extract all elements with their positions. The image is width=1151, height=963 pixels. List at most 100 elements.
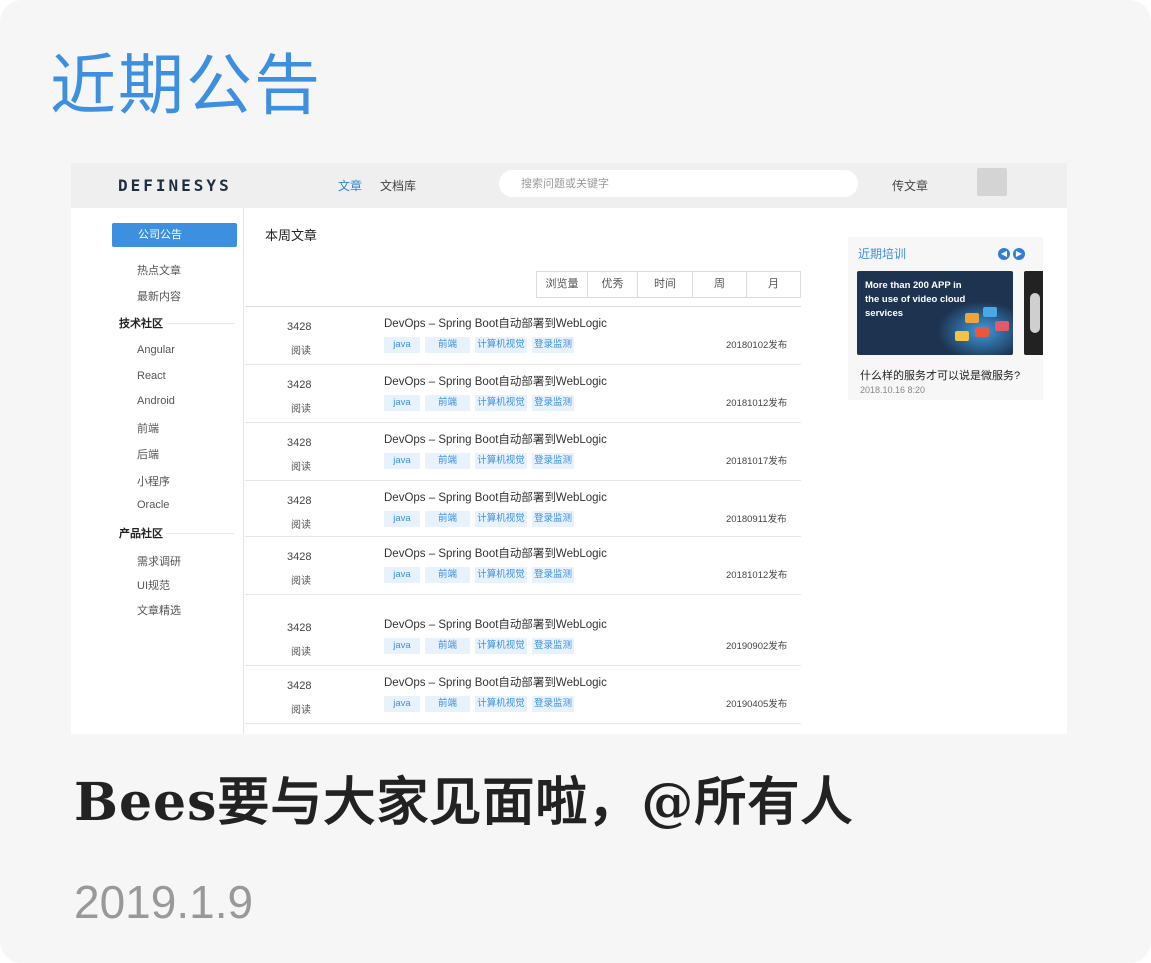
app-icon [975,327,989,337]
sidebar-item-hot[interactable]: 热点文章 [137,262,181,278]
tag[interactable]: java [384,696,420,712]
search-input[interactable] [499,170,858,197]
read-count: 3428 [287,321,312,333]
training-title: 近期培训 [858,247,907,261]
article-title[interactable]: DevOps – Spring Boot自动部署到WebLogic [384,373,607,389]
upload-article-link[interactable]: 传文章 [892,177,928,194]
read-label: 阅读 [291,576,311,587]
article-title[interactable]: DevOps – Spring Boot自动部署到WebLogic [384,616,607,632]
read-count: 3428 [287,551,312,563]
course-date: 2018.10.16 8:20 [860,385,926,395]
tag[interactable]: 前端 [425,567,470,583]
tag[interactable]: 登录监测 [532,511,574,527]
tag[interactable]: java [384,567,420,583]
article-row[interactable]: 3428 阅读 DevOps – Spring Boot自动部署到WebLogic j… [245,307,801,365]
tag[interactable]: 前端 [425,395,470,411]
sidebar-item-react[interactable]: React [137,370,166,382]
tag[interactable]: java [384,511,420,527]
training-banner-next[interactable] [1024,271,1043,355]
publish-date: 20181012发布 [726,398,788,409]
filter-excellent[interactable]: 优秀 [587,272,637,297]
read-count: 3428 [287,680,312,692]
read-label: 阅读 [291,462,311,473]
announcement-card[interactable]: 近期公告 DEFINESYS 文章 文档库 传文章 公司公告 热点文章 最新内容… [0,0,1151,963]
sidebar-group-tech: 技术社区 [119,318,163,330]
tag[interactable]: 登录监测 [532,567,574,583]
app-icon [955,331,969,341]
read-label: 阅读 [291,520,311,531]
tag[interactable]: 计算机视觉 [475,453,527,469]
article-row[interactable]: 3428 阅读 DevOps – Spring Boot自动部署到WebLogic j… [245,423,801,481]
training-banner[interactable]: More than 200 APP in the use of video cl… [857,271,1013,355]
tag[interactable]: 前端 [425,337,470,353]
sidebar-item-latest[interactable]: 最新内容 [137,288,181,304]
section-title: 近期公告 [50,47,322,124]
tag[interactable]: 登录监测 [532,696,574,712]
tag[interactable]: 计算机视觉 [475,567,527,583]
nav-link-docs[interactable]: 文档库 [380,177,416,194]
tag[interactable]: 登录监测 [532,453,574,469]
tag[interactable]: java [384,337,420,353]
article-row[interactable]: 3428 阅读 DevOps – Spring Boot自动部署到WebLogic j… [245,595,801,666]
chevron-left-icon[interactable]: ◀ [998,248,1010,260]
sidebar-item-frontend[interactable]: 前端 [137,420,159,436]
article-title[interactable]: DevOps – Spring Boot自动部署到WebLogic [384,674,607,690]
tag[interactable]: java [384,453,420,469]
tag[interactable]: 前端 [425,638,470,654]
tag[interactable]: 计算机视觉 [475,511,527,527]
tag[interactable]: 登录监测 [532,337,574,353]
sidebar-item-research[interactable]: 需求调研 [137,553,181,569]
banner-text: More than 200 APP in the use of video cl… [865,280,966,319]
filter-time[interactable]: 时间 [637,272,692,297]
filter-views[interactable]: 浏览量 [537,272,587,297]
sidebar-item-angular[interactable]: Angular [137,344,175,356]
sidebar-item-announcements[interactable]: 公司公告 [112,223,237,247]
filter-week[interactable]: 周 [692,272,746,297]
week-articles-title: 本周文章 [265,228,318,243]
tag[interactable]: 登录监测 [532,638,574,654]
article-row[interactable]: 3428 阅读 DevOps – Spring Boot自动部署到WebLogic j… [245,365,801,423]
tag[interactable]: 计算机视觉 [475,638,527,654]
tag-list: java 前端 计算机视觉 登录监测 [384,337,574,353]
top-navbar: DEFINESYS 文章 文档库 传文章 [71,163,1067,208]
nav-link-articles[interactable]: 文章 [338,177,362,194]
filter-month[interactable]: 月 [746,272,800,297]
article-title[interactable]: DevOps – Spring Boot自动部署到WebLogic [384,489,607,505]
app-icon [995,321,1009,331]
tag[interactable]: 前端 [425,453,470,469]
read-label: 阅读 [291,404,311,415]
sidebar-item-backend[interactable]: 后端 [137,446,159,462]
sidebar-item-featured[interactable]: 文章精选 [137,602,181,618]
article-title[interactable]: DevOps – Spring Boot自动部署到WebLogic [384,545,607,561]
sidebar-item-ui-spec[interactable]: UI规范 [137,577,170,593]
read-count: 3428 [287,495,312,507]
divider [166,323,234,324]
chevron-right-icon[interactable]: ▶ [1013,248,1025,260]
article-title[interactable]: DevOps – Spring Boot自动部署到WebLogic [384,431,607,447]
tag[interactable]: 前端 [425,511,470,527]
publish-date: 20190902发布 [726,641,788,652]
tag[interactable]: java [384,395,420,411]
article-row[interactable]: 3428 阅读 DevOps – Spring Boot自动部署到WebLogic j… [245,537,801,595]
tag[interactable]: 计算机视觉 [475,696,527,712]
avatar[interactable] [977,168,1007,196]
tag[interactable]: 前端 [425,696,470,712]
tag[interactable]: 登录监测 [532,395,574,411]
tag-list: java 前端 计算机视觉 登录监测 [384,453,574,469]
tag[interactable]: 计算机视觉 [475,337,527,353]
sidebar-item-oracle[interactable]: Oracle [137,499,169,511]
announcement-date: 2019.1.9 [74,876,254,928]
tag-list: java 前端 计算机视觉 登录监测 [384,696,574,712]
tag[interactable]: 计算机视觉 [475,395,527,411]
article-row[interactable]: 3428 阅读 DevOps – Spring Boot自动部署到WebLogic j… [245,666,801,724]
read-count: 3428 [287,622,312,634]
sidebar-item-miniprogram[interactable]: 小程序 [137,473,170,489]
tag[interactable]: java [384,638,420,654]
training-panel: 近期培训 ◀ ▶ More than 200 APP in the use of… [848,237,1043,400]
article-title[interactable]: DevOps – Spring Boot自动部署到WebLogic [384,315,607,331]
course-title[interactable]: 什么样的服务才可以说是微服务? [860,367,1020,383]
tag-list: java 前端 计算机视觉 登录监测 [384,638,574,654]
article-row[interactable]: 3428 阅读 DevOps – Spring Boot自动部署到WebLogic j… [245,481,801,537]
sidebar-item-android[interactable]: Android [137,395,175,407]
read-count: 3428 [287,379,312,391]
